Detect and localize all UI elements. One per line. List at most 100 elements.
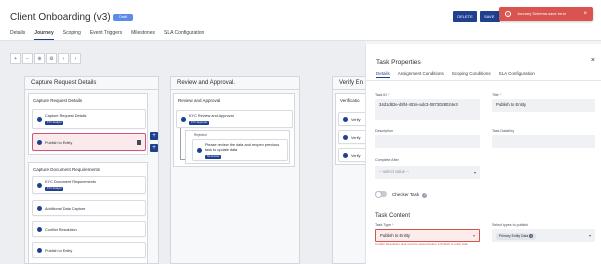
info-icon[interactable]: ? bbox=[422, 193, 428, 198]
description-field[interactable] bbox=[375, 135, 480, 148]
status-badge: Draft bbox=[113, 14, 133, 21]
chevron-right-icon[interactable]: › bbox=[70, 53, 81, 64]
task-card-label: Publish to Entity bbox=[45, 140, 73, 145]
task-datakey-field[interactable] bbox=[492, 135, 595, 148]
add-group-button[interactable]: + bbox=[150, 144, 158, 152]
tab-scoping-conditions[interactable]: Scoping Conditions bbox=[452, 71, 491, 78]
main-tabs: Details Journey Scoping Event Triggers M… bbox=[10, 30, 204, 40]
task-icon bbox=[181, 116, 186, 122]
error-toast: ! Journey Schema save error × bbox=[499, 7, 593, 21]
task-icon bbox=[343, 116, 348, 122]
tab-event-triggers[interactable]: Event Triggers bbox=[90, 30, 122, 40]
task-card-label: Verify bbox=[351, 135, 361, 140]
add-task-button[interactable]: + bbox=[150, 132, 158, 140]
checker-task-toggle[interactable] bbox=[375, 190, 387, 198]
role-tag: KYC Analyst bbox=[45, 186, 64, 191]
complete-after-select[interactable]: -- select value -- bbox=[375, 166, 480, 179]
task-card-conflict-resolution[interactable]: Conflict Resolution bbox=[32, 221, 146, 237]
tab-sla-configuration[interactable]: SLA Configuration bbox=[164, 30, 204, 40]
settings-icon[interactable]: ⚙ bbox=[46, 53, 57, 64]
types-to-publish-select[interactable]: Primary Entity Data × bbox=[492, 229, 595, 242]
tab-task-sla-configuration[interactable]: SLA Configuration bbox=[499, 71, 535, 78]
stage-title: Review and Approval. bbox=[171, 77, 299, 90]
task-type-select[interactable]: Publish to Entity bbox=[375, 229, 480, 242]
task-icon bbox=[343, 152, 348, 158]
chevron-left-icon[interactable]: ‹ bbox=[58, 53, 69, 64]
zoom-out-icon[interactable]: − bbox=[22, 53, 33, 64]
toast-close-icon[interactable]: × bbox=[583, 7, 587, 21]
role-tag: KYC Analyst bbox=[45, 121, 64, 125]
delete-button[interactable]: DELETE bbox=[453, 11, 477, 22]
zoom-in-icon[interactable]: + bbox=[10, 53, 21, 64]
chevron-down-icon bbox=[473, 234, 475, 237]
task-card-label: Publish to Entity bbox=[45, 248, 73, 253]
alert-icon: ! bbox=[505, 11, 511, 17]
task-icon bbox=[197, 147, 202, 153]
page-title: Client Onboarding (v3) bbox=[10, 12, 111, 23]
trash-icon[interactable] bbox=[137, 140, 141, 145]
tab-journey[interactable]: Journey bbox=[34, 30, 55, 40]
task-card-label: KYC Review and Approval bbox=[189, 114, 234, 118]
panel-tabs: Details Assignment Conditions Scoping Co… bbox=[376, 71, 535, 78]
canvas-toolbar: + − ⊕ ⚙ ‹ › bbox=[10, 53, 81, 65]
role-tag: No Access bbox=[205, 154, 222, 159]
task-card-label: Please review the data and reopen previo… bbox=[205, 143, 280, 152]
task-card-reopen-previous-task[interactable]: Please review the data and reopen previo… bbox=[192, 139, 288, 161]
fit-view-icon[interactable]: ⊕ bbox=[34, 53, 45, 64]
task-type-error-hint: Conflict Resolution task must be placed … bbox=[375, 242, 468, 246]
task-card-label: Additional Data Capture bbox=[45, 206, 86, 211]
task-card-label: Verify bbox=[351, 153, 361, 158]
tab-details[interactable]: Details bbox=[10, 30, 25, 40]
toggle-knob bbox=[375, 190, 382, 198]
remove-chip-icon[interactable]: × bbox=[529, 233, 534, 238]
title-field[interactable]: Publish to Entity bbox=[492, 99, 595, 112]
tab-task-details[interactable]: Details bbox=[376, 71, 390, 78]
group-title: Capture Request Details bbox=[33, 98, 83, 103]
task-icon bbox=[343, 134, 348, 140]
task-type-label: Task Type * bbox=[375, 223, 394, 227]
task-icon bbox=[37, 226, 42, 232]
complete-after-placeholder: -- select value -- bbox=[379, 169, 410, 174]
group-title: Capture Document Requirements bbox=[33, 167, 101, 172]
task-card-kyc-review-and-approval[interactable]: KYC Review and Approval KYC Approver bbox=[176, 110, 293, 128]
save-button[interactable]: SAVE bbox=[480, 11, 500, 22]
selected-type-chip: Primary Entity Data × bbox=[496, 233, 537, 240]
chip-label: Primary Entity Data bbox=[499, 233, 529, 238]
title-label: Title * bbox=[492, 93, 502, 97]
close-icon[interactable]: × bbox=[591, 57, 595, 64]
complete-after-label: Complete After bbox=[375, 158, 399, 162]
task-content-title: Task Content bbox=[375, 213, 411, 219]
task-card-additional-data-capture[interactable]: Additional Data Capture bbox=[32, 200, 146, 216]
task-icon bbox=[37, 205, 42, 211]
tab-assignment-conditions[interactable]: Assignment Conditions bbox=[398, 71, 444, 78]
role-tag: KYC Approver bbox=[189, 120, 210, 125]
checker-task-label: Checker Task ? bbox=[392, 192, 428, 198]
tab-milestones[interactable]: Milestones bbox=[131, 30, 155, 40]
toast-message: Journey Schema save error bbox=[517, 11, 567, 16]
task-card-kyc-document-requirements[interactable]: KYC Document Requirements KYC Analyst bbox=[32, 176, 146, 194]
chevron-down-icon bbox=[589, 234, 591, 237]
task-card-label: Verify bbox=[351, 117, 361, 122]
connector-line bbox=[180, 128, 181, 160]
task-id-field[interactable]: 34d1d82e-d8f4-402e-adc3-0873028024e3 bbox=[375, 99, 480, 120]
group-title: Review and Approval bbox=[178, 98, 221, 103]
task-card-publish-to-entity[interactable]: Publish to Entity bbox=[32, 242, 146, 258]
description-label: Description bbox=[375, 129, 393, 133]
task-card-publish-to-entity-selected[interactable]: Publish to Entity bbox=[32, 133, 146, 151]
task-card-label: KYC Document Requirements bbox=[45, 180, 96, 184]
chevron-down-icon bbox=[474, 171, 476, 174]
task-card-label: Capture Request Details bbox=[45, 114, 87, 118]
panel-tabs-divider bbox=[366, 80, 601, 81]
task-icon bbox=[37, 139, 42, 145]
task-id-label: Task ID * bbox=[375, 93, 390, 97]
task-icon bbox=[37, 247, 42, 253]
stage-title: Capture Request Details bbox=[25, 77, 158, 90]
types-to-publish-label: Select types to publish bbox=[492, 223, 528, 227]
tab-scoping[interactable]: Scoping bbox=[63, 30, 81, 40]
rejected-label: Rejected bbox=[194, 133, 207, 137]
panel-title: Task Properties bbox=[376, 59, 421, 66]
task-type-value: Publish to Entity bbox=[380, 233, 411, 238]
task-datakey-label: Task DataKey bbox=[492, 129, 515, 133]
task-card-capture-request-details[interactable]: Capture Request Details KYC Analyst bbox=[32, 109, 146, 129]
task-icon bbox=[37, 116, 42, 122]
